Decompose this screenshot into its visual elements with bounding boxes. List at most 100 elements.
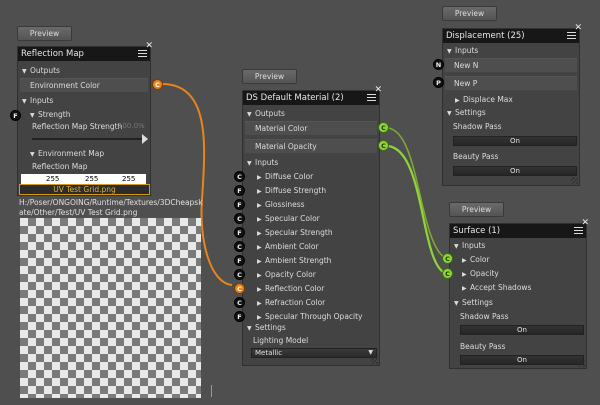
strength-section[interactable]: ▼ Strength <box>30 109 70 121</box>
surface-preview-button[interactable]: Preview <box>449 202 504 217</box>
material-opacity-port[interactable]: C <box>378 140 389 151</box>
environment-color-port[interactable]: C <box>152 79 163 90</box>
section-label: Settings <box>455 108 486 117</box>
material-input-port[interactable]: F <box>234 311 245 322</box>
strength-slider-handle[interactable] <box>142 134 148 144</box>
material-input-port[interactable]: F <box>234 199 245 210</box>
close-icon[interactable]: ✕ <box>581 219 589 228</box>
input-label: New N <box>454 61 479 70</box>
node-menu-icon[interactable] <box>367 94 376 102</box>
rgb-field-b[interactable]: 255 <box>122 174 135 184</box>
shadow-pass-label: Shadow Pass <box>453 122 502 131</box>
rgb-field-g[interactable]: 255 <box>85 174 98 184</box>
environment-color-row: Environment Color <box>20 78 148 92</box>
color-input[interactable]: ▶ Color <box>462 254 490 266</box>
material-input-item[interactable]: ▶ Diffuse Strength <box>257 185 326 197</box>
material-input-port[interactable]: C <box>234 283 245 294</box>
close-icon[interactable]: ✕ <box>574 24 582 33</box>
displacement-header[interactable]: Displacement (25) ✕ <box>443 24 582 43</box>
shadow-pass-toggle[interactable]: On <box>453 136 577 146</box>
input-label: Ambient Strength <box>265 256 332 265</box>
material-input-item[interactable]: ▶ Specular Strength <box>257 227 333 239</box>
input-label: Opacity Color <box>265 270 316 279</box>
reflection-strength-value[interactable]: 100.0% <box>118 122 145 130</box>
strength-slider[interactable] <box>32 138 146 140</box>
inputs-section[interactable]: ▼ Inputs <box>22 95 53 107</box>
reflection-preview-button[interactable]: Preview <box>17 26 72 41</box>
close-icon[interactable]: ✕ <box>374 86 382 95</box>
lighting-model-select[interactable]: Metallic ▼ <box>251 348 377 358</box>
input-label: Accept Shadows <box>470 283 532 292</box>
material-input-port[interactable]: F <box>234 227 245 238</box>
accept-shadows-input[interactable]: ▶ Accept Shadows <box>462 282 531 294</box>
surface-color-port[interactable]: C <box>442 253 453 264</box>
settings-section[interactable]: ▼ Settings <box>447 107 486 119</box>
settings-section[interactable]: ▼ Settings <box>454 297 493 309</box>
opacity-input[interactable]: ▶ Opacity <box>462 268 499 280</box>
beauty-pass-toggle[interactable]: On <box>453 166 577 176</box>
material-color-port[interactable]: C <box>378 122 389 133</box>
resize-handle[interactable] <box>571 177 578 184</box>
section-label: Settings <box>255 323 286 332</box>
material-input-item[interactable]: ▶ Specular Color <box>257 213 320 225</box>
beauty-pass-label: Beauty Pass <box>460 342 506 351</box>
section-label: Inputs <box>455 46 479 55</box>
material-input-port[interactable]: F <box>234 255 245 266</box>
new-p-row: New P <box>445 76 577 90</box>
new-n-port[interactable]: N <box>433 59 444 70</box>
inputs-section[interactable]: ▼ Inputs <box>447 45 478 57</box>
resize-handle[interactable] <box>202 385 212 397</box>
displacement-preview-button[interactable]: Preview <box>442 6 497 21</box>
material-preview-button[interactable]: Preview <box>242 69 297 84</box>
material-input-item[interactable]: ▶ Refraction Color <box>257 297 325 309</box>
section-label: Environment Map <box>38 149 105 158</box>
material-input-port[interactable]: C <box>234 241 245 252</box>
displace-max-section[interactable]: ▶ Displace Max <box>455 94 513 106</box>
material-input-port[interactable]: C <box>234 269 245 280</box>
rgb-field-r[interactable]: 255 <box>46 174 59 184</box>
material-input-port[interactable]: F <box>234 185 245 196</box>
material-input-item[interactable]: ▶ Diffuse Color <box>257 171 313 183</box>
material-input-item[interactable]: ▶ Reflection Color <box>257 283 324 295</box>
reflection-map-header[interactable]: Reflection Map ✕ <box>18 42 153 61</box>
outputs-section[interactable]: ▼ Outputs <box>247 108 285 120</box>
node-menu-icon[interactable] <box>574 227 583 235</box>
node-menu-icon[interactable] <box>138 50 147 58</box>
texture-name-field[interactable]: UV Test Grid.png <box>19 184 150 195</box>
new-p-port[interactable]: P <box>433 77 444 88</box>
output-label: Material Color <box>255 124 308 133</box>
material-input-port[interactable]: C <box>234 297 245 308</box>
settings-section[interactable]: ▼ Settings <box>247 322 286 334</box>
input-label: Ambient Color <box>265 242 319 251</box>
beauty-pass-label: Beauty Pass <box>453 152 499 161</box>
material-color-row: Material Color <box>245 121 377 135</box>
resize-handle[interactable] <box>578 360 585 367</box>
material-opacity-row: Material Opacity <box>245 139 377 153</box>
resize-handle[interactable] <box>371 357 378 364</box>
surface-opacity-port[interactable]: C <box>442 268 453 279</box>
section-label: Inputs <box>30 96 54 105</box>
input-label: Specular Strength <box>265 228 333 237</box>
close-icon[interactable]: ✕ <box>145 42 153 51</box>
wire-material-opacity-to-surface <box>387 144 446 275</box>
environment-map-section[interactable]: ▼ Environment Map <box>30 148 104 160</box>
strength-port[interactable]: F <box>10 110 21 121</box>
material-input-port[interactable]: C <box>234 213 245 224</box>
output-label: Material Opacity <box>255 142 317 151</box>
material-input-item[interactable]: ▶ Glossiness <box>257 199 305 211</box>
material-input-item[interactable]: ▶ Ambient Strength <box>257 255 331 267</box>
section-label: Inputs <box>462 241 486 250</box>
material-input-item[interactable]: ▶ Opacity Color <box>257 269 316 281</box>
shadow-pass-toggle[interactable]: On <box>460 325 584 335</box>
node-menu-icon[interactable] <box>567 32 576 40</box>
beauty-pass-toggle[interactable]: On <box>460 355 584 365</box>
input-label: Diffuse Strength <box>265 186 327 195</box>
material-header[interactable]: DS Default Material (2) ✕ <box>243 86 382 105</box>
inputs-section[interactable]: ▼ Inputs <box>454 240 485 252</box>
inputs-section[interactable]: ▼ Inputs <box>247 157 278 169</box>
wire-material-color-to-surface <box>387 127 446 259</box>
outputs-section[interactable]: ▼ Outputs <box>22 65 60 77</box>
material-input-item[interactable]: ▶ Ambient Color <box>257 241 319 253</box>
surface-header[interactable]: Surface (1) ✕ <box>450 219 589 238</box>
material-input-port[interactable]: C <box>234 171 245 182</box>
